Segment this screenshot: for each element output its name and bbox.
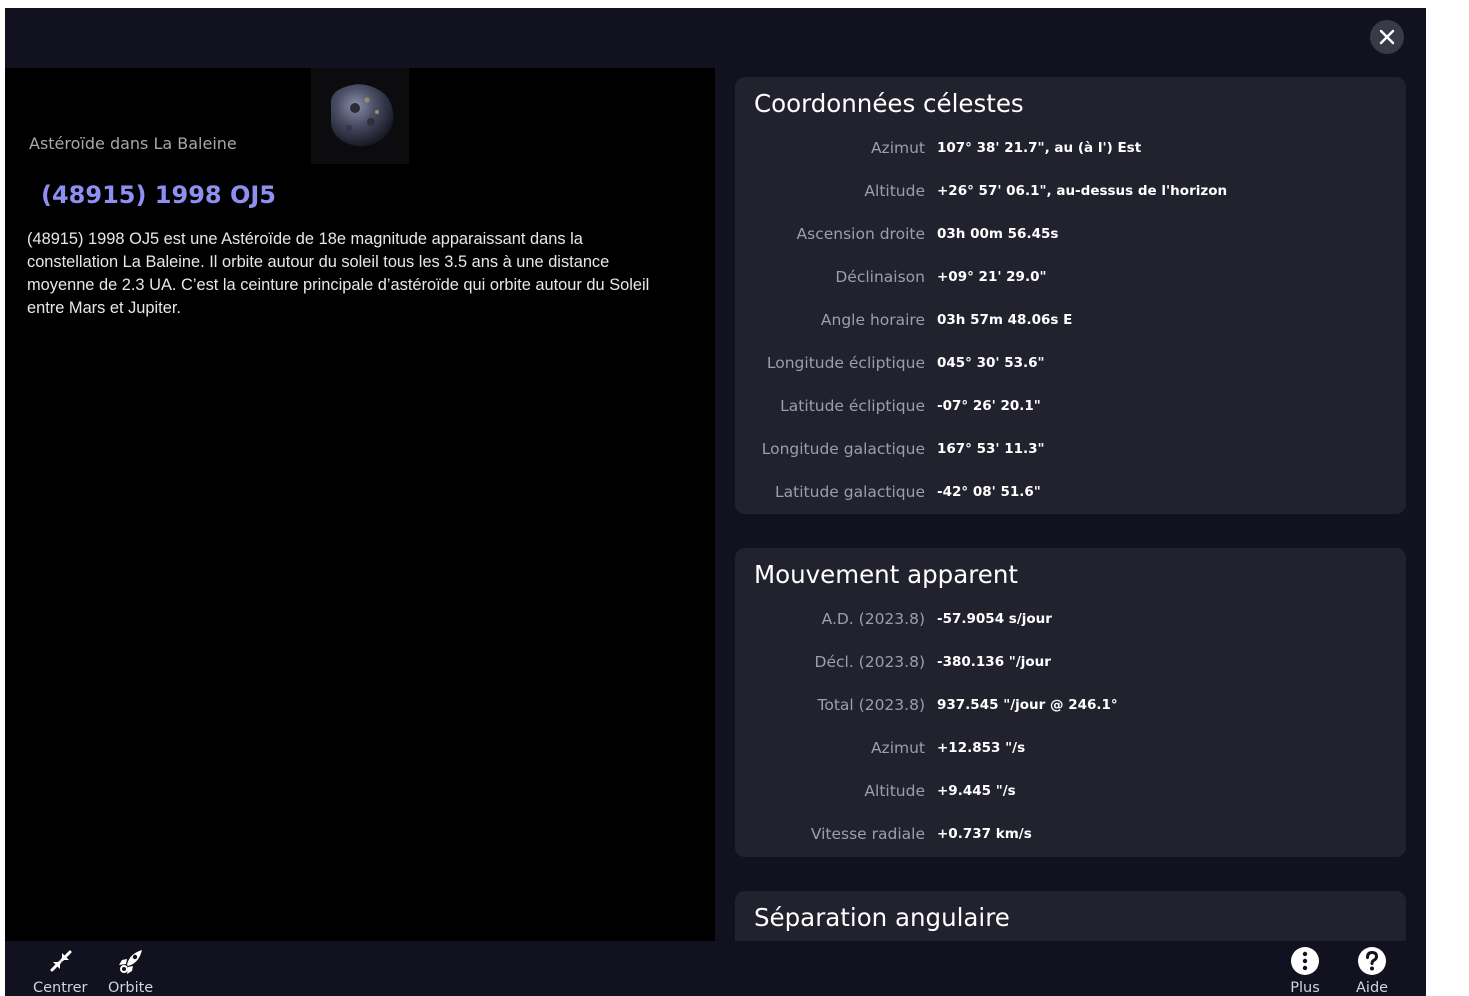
info-row: Azimut +12.853 "/s [735, 727, 1406, 770]
object-subtitle: Astéroïde dans La Baleine [29, 134, 237, 153]
row-label: Azimut [870, 139, 925, 158]
row-label: Altitude [864, 182, 925, 201]
apparent-motion-card: Mouvement apparent A.D. (2023.8) -57.9054… [735, 548, 1406, 857]
info-row: Angle horaire 03h 57m 48.06s E [735, 299, 1406, 342]
centrer-label: Centrer [33, 980, 88, 996]
card-title: Séparation angulaire [754, 903, 1010, 932]
row-value: 167° 53' 11.3" [937, 440, 1045, 457]
object-title: (48915) 1998 OJ5 [41, 181, 276, 209]
row-label: Latitude galactique [775, 482, 925, 501]
angular-separation-card: Séparation angulaire [735, 891, 1406, 941]
orbite-label: Orbite [108, 980, 154, 996]
info-row: Total (2023.8) 937.545 "/jour @ 246.1° [735, 684, 1406, 727]
rocket-icon [115, 945, 147, 977]
info-row: Longitude écliptique 045° 30' 53.6" [735, 341, 1406, 384]
row-value: 937.545 "/jour @ 246.1° [937, 697, 1118, 714]
asteroid-thumbnail [311, 68, 409, 164]
info-row: Déclinaison +09° 21' 29.0" [735, 256, 1406, 299]
row-value: 045° 30' 53.6" [937, 354, 1045, 371]
row-label: Azimut [870, 739, 925, 758]
plus-button[interactable]: Plus [1289, 945, 1321, 996]
card-title: Coordonnées célestes [754, 89, 1024, 118]
info-row: Ascension droite 03h 00m 56.45s [735, 213, 1406, 256]
help-icon [1356, 945, 1388, 977]
row-label: A.D. (2023.8) [821, 610, 925, 629]
row-label: Longitude écliptique [766, 353, 925, 372]
row-label: Angle horaire [820, 311, 925, 329]
row-value: -42° 08' 51.6" [937, 483, 1041, 500]
row-value: +12.853 "/s [937, 740, 1026, 757]
aide-button[interactable]: Aide [1356, 945, 1388, 996]
compress-arrows-icon [44, 945, 76, 977]
celestial-rows: Azimut 107° 38' 21.7", au (à l') Est Alti… [735, 127, 1406, 513]
row-label: Total (2023.8) [817, 696, 925, 715]
row-value: -57.9054 s/jour [937, 611, 1052, 628]
info-scroll-panel[interactable]: Coordonnées célestes Azimut 107° 38' 21.7… [715, 68, 1426, 941]
row-value: -380.136 "/jour [937, 654, 1051, 671]
row-label: Déclinaison [835, 268, 925, 287]
info-row: Décl. (2023.8) -380.136 "/jour [735, 641, 1406, 684]
row-value: +0.737 km/s [937, 825, 1032, 842]
info-row: Vitesse radiale +0.737 km/s [735, 812, 1406, 855]
row-label: Latitude écliptique [780, 396, 925, 415]
info-row: Azimut 107° 38' 21.7", au (à l') Est [735, 127, 1406, 170]
centrer-button[interactable]: Centrer [33, 945, 87, 996]
close-icon [1379, 29, 1395, 45]
row-value: -07° 26' 20.1" [937, 397, 1041, 414]
row-value: +26° 57' 06.1", au-dessus de l'horizon [937, 183, 1228, 200]
row-value: 03h 57m 48.06s E [937, 312, 1073, 328]
row-value: +9.445 "/s [937, 783, 1016, 799]
info-row: Latitude galactique -42° 08' 51.6" [735, 470, 1406, 513]
more-vertical-icon [1289, 945, 1321, 977]
aide-label: Aide [1356, 980, 1389, 996]
motion-rows: A.D. (2023.8) -57.9054 s/jour Décl. (2023… [735, 598, 1406, 855]
object-description: (48915) 1998 OJ5 est une Astéroïde de 18… [27, 230, 650, 317]
bottom-toolbar: Centrer Orbite Plus Aide [5, 941, 1426, 996]
info-row: Altitude +9.445 "/s [735, 770, 1406, 813]
object-detail-panel: Astéroïde dans La Baleine (48915) 1998 O… [5, 68, 715, 941]
info-row: A.D. (2023.8) -57.9054 s/jour [735, 598, 1406, 641]
row-value: 03h 00m 56.45s [937, 226, 1059, 243]
info-row: Longitude galactique 167° 53' 11.3" [735, 427, 1406, 470]
row-value: 107° 38' 21.7", au (à l') Est [937, 140, 1142, 157]
orbite-button[interactable]: Orbite [108, 945, 153, 996]
info-row: Latitude écliptique -07° 26' 20.1" [735, 384, 1406, 427]
row-value: +09° 21' 29.0" [937, 269, 1047, 286]
row-label: Ascension droite [796, 225, 925, 244]
row-label: Décl. (2023.8) [814, 653, 925, 672]
row-label: Altitude [864, 782, 925, 800]
card-title: Mouvement apparent [754, 560, 1018, 589]
info-row: Altitude +26° 57' 06.1", au-dessus de l'h… [735, 170, 1406, 213]
row-label: Vitesse radiale [810, 824, 925, 843]
row-label: Longitude galactique [761, 439, 925, 458]
celestial-coordinates-card: Coordonnées célestes Azimut 107° 38' 21.7… [735, 77, 1406, 514]
close-button[interactable] [1370, 20, 1404, 54]
top-bar [5, 8, 1426, 68]
plus-label: Plus [1290, 980, 1320, 996]
object-info-window: Astéroïde dans La Baleine (48915) 1998 O… [5, 8, 1426, 996]
